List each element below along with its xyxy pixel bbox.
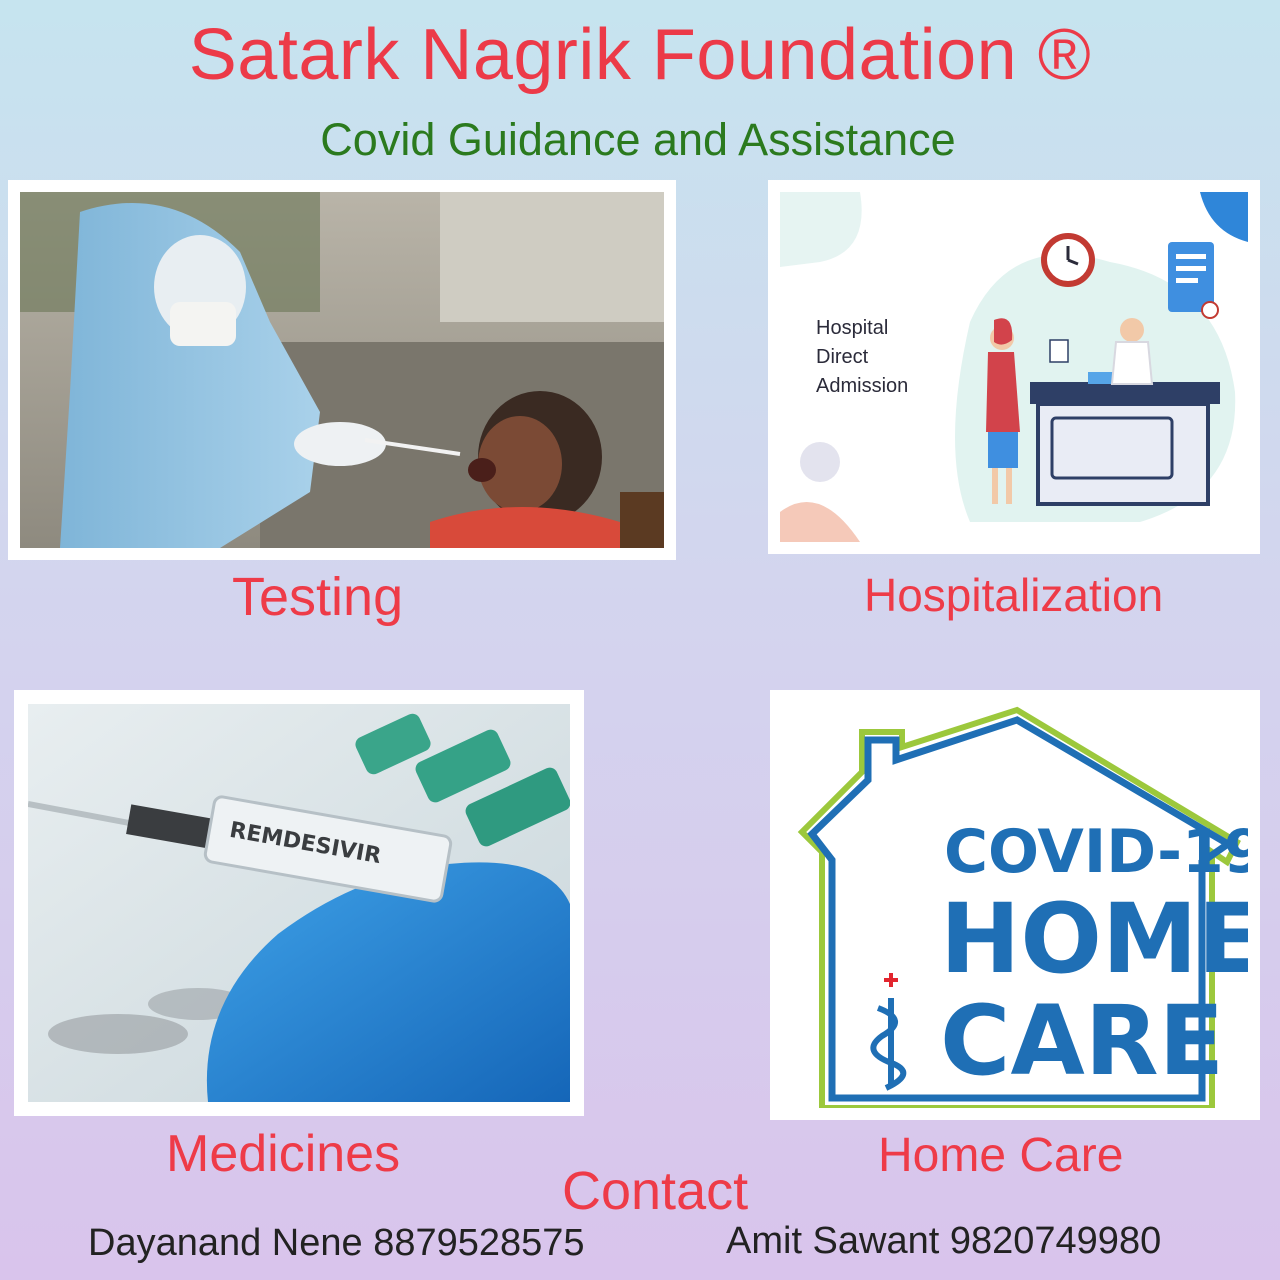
contact-2-phone[interactable]: 9820749980 [950,1220,1161,1262]
contact-1-phone[interactable]: 8879528575 [373,1222,584,1264]
hospitalization-image-card: Hospital Direct Admission [768,180,1260,554]
page-title: Satark Nagrik Foundation ® [188,15,1092,95]
page-subtitle: Covid Guidance and Assistance [320,114,956,165]
testing-photo-card [8,180,676,560]
medicines-photo: REMDESIVIR [28,704,570,1102]
logo-line-covid: COVID-19 [944,817,1248,887]
contact-heading: Contact [562,1161,749,1221]
contact-1-name: Dayanand Nene [88,1222,363,1264]
hospitalization-label: Hospitalization [864,569,1164,621]
home-care-label: Home Care [878,1129,1124,1182]
contact-2-name: Amit Sawant [726,1220,940,1262]
logo-line-care: CARE [940,985,1224,1097]
hospital-text-line-2: Direct [816,346,869,368]
hospital-admission-illustration: Hospital Direct Admission [780,192,1248,542]
medicines-label: Medicines [166,1125,401,1183]
hospital-text-line-3: Admission [816,375,908,397]
medicines-photo-card: REMDESIVIR [14,690,584,1116]
contact-person-1: Dayanand Nene 8879528575 [88,1222,585,1265]
contact-person-2: Amit Sawant 9820749980 [726,1220,1161,1263]
home-care-logo-card: COVID-19 HOME CARE [770,690,1260,1120]
logo-line-home: HOME [940,883,1248,995]
testing-photo [20,192,664,548]
hospital-text-line-1: Hospital [816,317,888,339]
home-care-logo: COVID-19 HOME CARE [782,702,1248,1108]
testing-label: Testing [232,567,404,627]
